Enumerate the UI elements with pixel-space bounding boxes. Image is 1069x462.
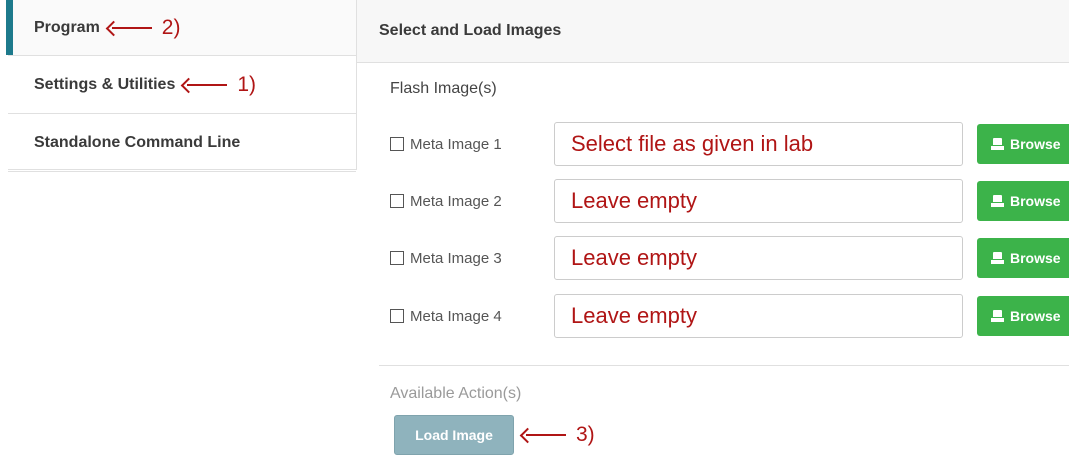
sidebar-item-label: Standalone Command Line bbox=[34, 133, 241, 151]
section-title: Flash Image(s) bbox=[390, 80, 497, 97]
drive-icon bbox=[991, 310, 1004, 322]
sidebar: Program 2) Settings & Utilities 1) Stand… bbox=[6, 0, 357, 172]
browse-label: Browse bbox=[1010, 193, 1061, 209]
annotation-label: 1) bbox=[237, 72, 257, 96]
meta-image-checkbox[interactable] bbox=[390, 194, 404, 208]
arrow-left-icon bbox=[108, 22, 152, 34]
sidebar-item-label: Program bbox=[34, 18, 100, 36]
browse-button[interactable]: Browse bbox=[977, 124, 1069, 164]
arrow-left-icon bbox=[183, 79, 228, 91]
drive-icon bbox=[991, 252, 1004, 264]
browse-button[interactable]: Browse bbox=[977, 296, 1069, 336]
image-row: Meta Image 1 Select file as given in lab… bbox=[390, 122, 1069, 166]
actions-title: Available Action(s) bbox=[390, 385, 522, 402]
meta-image-label: Meta Image 2 bbox=[410, 192, 502, 210]
panel-header: Select and Load Images bbox=[357, 0, 1069, 63]
sidebar-item-settings[interactable]: Settings & Utilities 1) bbox=[8, 56, 356, 114]
meta-image-checkbox[interactable] bbox=[390, 137, 404, 151]
annotation: 3) bbox=[522, 423, 595, 447]
image-row: Meta Image 2 Leave empty Browse bbox=[390, 179, 1069, 223]
meta-image-checkbox[interactable] bbox=[390, 251, 404, 265]
divider bbox=[379, 365, 1069, 366]
annotation-label: 2) bbox=[161, 15, 181, 39]
browse-button[interactable]: Browse bbox=[977, 181, 1069, 221]
meta-image-checkbox[interactable] bbox=[390, 309, 404, 323]
file-path-field[interactable]: Leave empty bbox=[554, 179, 963, 223]
sidebar-item-standalone[interactable]: Standalone Command Line bbox=[8, 114, 356, 172]
meta-image-label: Meta Image 3 bbox=[410, 249, 502, 267]
image-row: Meta Image 3 Leave empty Browse bbox=[390, 236, 1069, 280]
meta-image-label: Meta Image 4 bbox=[410, 307, 502, 325]
annotation: 2) bbox=[108, 15, 181, 40]
annotation-label: 3) bbox=[576, 423, 595, 446]
browse-label: Browse bbox=[1010, 308, 1061, 324]
sidebar-item-label: Settings & Utilities bbox=[34, 75, 176, 93]
load-image-button[interactable]: Load Image bbox=[394, 415, 514, 455]
file-path-field[interactable]: Leave empty bbox=[554, 294, 963, 338]
browse-button[interactable]: Browse bbox=[977, 238, 1069, 278]
image-row: Meta Image 4 Leave empty Browse bbox=[390, 294, 1069, 338]
browse-label: Browse bbox=[1010, 250, 1061, 266]
drive-icon bbox=[991, 195, 1004, 207]
drive-icon bbox=[991, 138, 1004, 150]
browse-label: Browse bbox=[1010, 136, 1061, 152]
arrow-left-icon bbox=[522, 429, 566, 441]
meta-image-label: Meta Image 1 bbox=[410, 135, 502, 153]
file-path-field[interactable]: Select file as given in lab bbox=[554, 122, 963, 166]
load-row: Load Image 3) bbox=[394, 415, 595, 455]
sidebar-item-program[interactable]: Program 2) bbox=[6, 0, 356, 56]
main-panel: Select and Load Images Flash Image(s) Me… bbox=[357, 0, 1069, 462]
file-path-field[interactable]: Leave empty bbox=[554, 236, 963, 280]
annotation: 1) bbox=[183, 73, 256, 97]
